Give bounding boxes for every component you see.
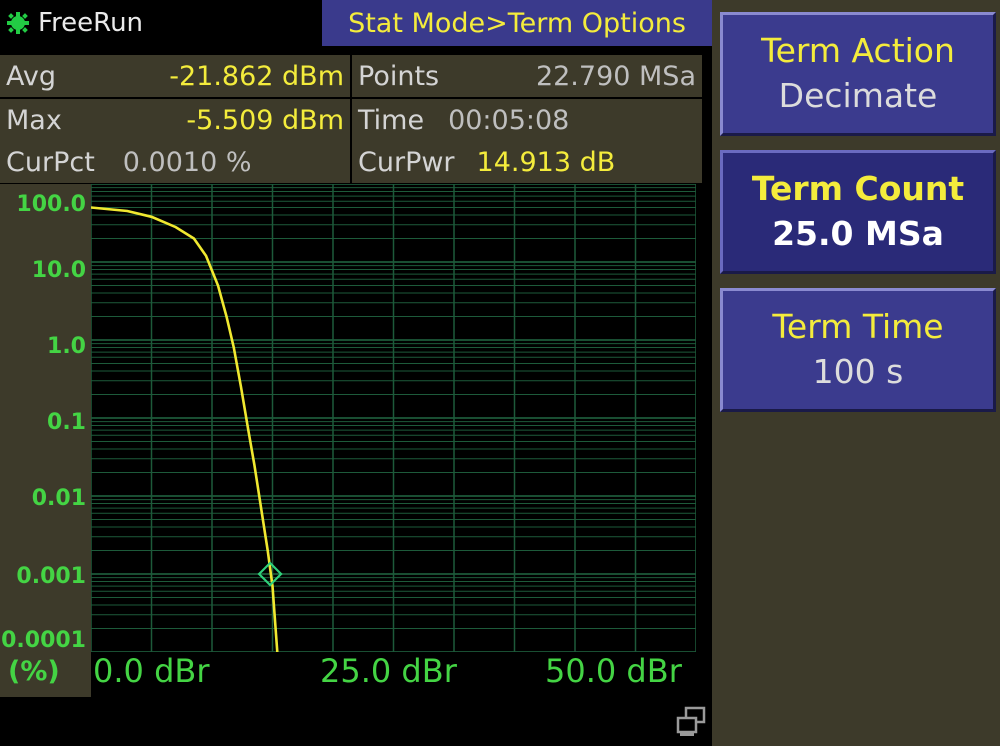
softkey-title: Term Action: [761, 31, 955, 70]
readout-time-label: Time: [358, 104, 425, 136]
y-tick-label: 0.1: [47, 410, 86, 435]
term-count-softkey[interactable]: Term Count 25.0 MSa: [720, 150, 996, 274]
softkey-value: Decimate: [778, 76, 938, 115]
plot-grid: [91, 184, 696, 652]
y-tick-label: 0.0001: [1, 628, 86, 653]
readout-curpwr-value: 14.913 dB: [476, 146, 616, 178]
readout-max: Max -5.509 dBm: [0, 99, 350, 141]
gear-icon: [7, 12, 29, 34]
y-unit-label: (%): [8, 656, 60, 687]
menu-breadcrumb: Stat Mode>Term Options: [322, 0, 712, 46]
term-time-softkey[interactable]: Term Time 100 s: [720, 288, 996, 412]
ccdf-plot: [91, 184, 696, 652]
x-tick-label: 0.0 dBr: [93, 652, 210, 690]
readout-time-value: 00:05:08: [448, 104, 570, 136]
y-tick-label: 100.0: [16, 192, 86, 217]
x-tick-label: 25.0 dBr: [320, 652, 457, 690]
readout-points-label: Points: [358, 60, 440, 92]
readout-avg-value: -21.862 dBm: [169, 60, 344, 92]
y-tick-label: 10.0: [31, 258, 86, 283]
y-axis-strip: 100.0 10.0 1.0 0.1 0.01 0.001 0.0001: [0, 184, 91, 697]
window-toggle-icon[interactable]: [674, 705, 708, 739]
readout-max-value: -5.509 dBm: [186, 104, 344, 136]
readout-avg: Avg -21.862 dBm: [0, 55, 350, 97]
readout-avg-label: Avg: [6, 60, 57, 92]
softkey-title: Term Count: [751, 169, 965, 208]
readout-curpct: CurPct 0.0010 %: [0, 141, 350, 183]
y-tick-label: 0.001: [16, 564, 86, 589]
x-tick-label: 50.0 dBr: [545, 652, 682, 690]
y-tick-label: 1.0: [47, 334, 86, 359]
readout-curpct-label: CurPct: [6, 146, 95, 178]
softkey-value: 100 s: [812, 352, 904, 391]
readout-curpwr-label: CurPwr: [358, 146, 455, 178]
readout-points: Points 22.790 MSa: [352, 55, 702, 97]
run-state-label: FreeRun: [38, 8, 144, 38]
readout-curpwr: CurPwr 14.913 dB: [352, 141, 702, 183]
readout-curpct-value: 0.0010 %: [122, 146, 252, 178]
term-action-softkey[interactable]: Term Action Decimate: [720, 12, 996, 136]
readout-time: Time 00:05:08: [352, 99, 702, 141]
y-tick-label: 0.01: [31, 486, 86, 511]
run-status: FreeRun: [0, 0, 322, 46]
softkey-value: 25.0 MSa: [772, 214, 944, 253]
softkey-title: Term Time: [772, 307, 944, 346]
readout-max-label: Max: [6, 104, 62, 136]
readout-points-value: 22.790 MSa: [535, 60, 696, 92]
